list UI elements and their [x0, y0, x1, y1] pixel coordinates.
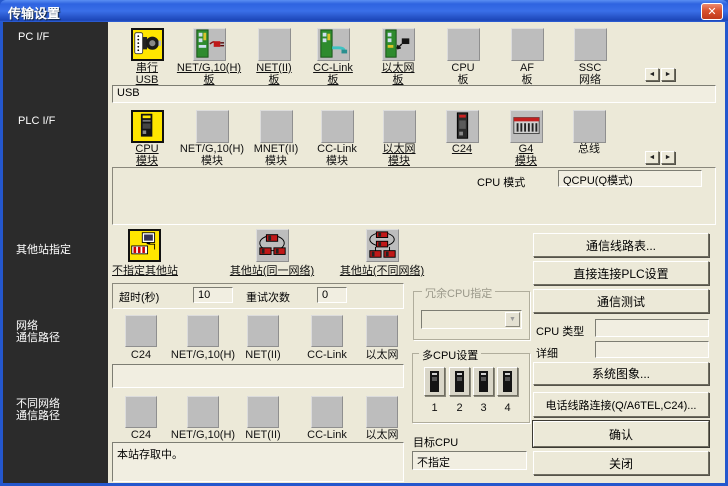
- sidebar-label-diffnet-2: 通信路径: [16, 410, 60, 422]
- multi-cpu-1-button[interactable]: [424, 367, 445, 396]
- ssc-network-icon[interactable]: [574, 28, 607, 61]
- cpu-type-field: [595, 319, 709, 337]
- net2-board-icon[interactable]: [258, 28, 291, 61]
- sidebar-label-pc-if: PC I/F: [18, 31, 50, 43]
- netg-module-icon[interactable]: [196, 110, 229, 143]
- netroute-cclink-icon[interactable]: [311, 315, 343, 347]
- plcif-scroll-right-button[interactable]: ►: [661, 151, 675, 164]
- plcif-label-bus: 总线: [578, 143, 600, 155]
- window-title: 传输设置: [8, 6, 61, 21]
- retry-label: 重试次数: [246, 292, 290, 304]
- diff-network-station-icon[interactable]: [366, 229, 399, 262]
- ethernet-module-icon[interactable]: [383, 110, 416, 143]
- pcif-label-ssc-network: SSC 网络: [578, 62, 602, 86]
- retry-input[interactable]: 0: [317, 287, 347, 303]
- same-network-station-icon[interactable]: [256, 229, 289, 262]
- left-arrow-icon: ◄: [648, 71, 656, 78]
- sidebar-label-network-2: 通信路径: [16, 332, 60, 344]
- pc-if-value-field: USB: [112, 85, 716, 103]
- bus-icon[interactable]: [573, 110, 606, 143]
- cclink-module-icon[interactable]: [321, 110, 354, 143]
- diffroute-net2-icon[interactable]: [247, 396, 279, 428]
- multi-cpu-title: 多CPU设置: [419, 347, 482, 363]
- cclink-board-icon[interactable]: [317, 28, 350, 61]
- multi-cpu-label-4: 4: [504, 402, 511, 414]
- direct-plc-connect-button[interactable]: 直接连接PLC设置: [533, 261, 709, 285]
- comm-line-list-button[interactable]: 通信线路表...: [533, 233, 709, 257]
- multi-cpu-label-2: 2: [456, 402, 463, 414]
- sidebar-label-plc-if: PLC I/F: [18, 115, 56, 127]
- pcif-scroll-right-button[interactable]: ►: [661, 68, 675, 81]
- detail-label: 详细: [536, 348, 558, 360]
- right-arrow-icon: ►: [664, 154, 672, 161]
- close-dialog-button[interactable]: 关闭: [533, 451, 709, 475]
- cpu-type-label: CPU 类型: [536, 326, 585, 338]
- c24-module-icon[interactable]: [446, 110, 479, 143]
- other-station-label-diff-network[interactable]: 其他站(不同网络): [327, 265, 437, 277]
- diffroute-c24-icon[interactable]: [125, 396, 157, 428]
- cpu-tower-icon: [479, 371, 488, 392]
- target-cpu-label: 目标CPU: [413, 437, 459, 449]
- pcif-scroll-left-button[interactable]: ◄: [645, 68, 659, 81]
- right-arrow-icon: ►: [664, 71, 672, 78]
- netroute-net2-icon[interactable]: [247, 315, 279, 347]
- netroute-ethernet-icon[interactable]: [366, 315, 398, 347]
- other-station-label-none[interactable]: 不指定其他站: [108, 265, 182, 277]
- cpu-board-icon[interactable]: [447, 28, 480, 61]
- status-box: 本站存取中。: [112, 442, 404, 482]
- chevron-down-icon: ▼: [505, 312, 520, 327]
- multi-cpu-3-button[interactable]: [473, 367, 494, 396]
- detail-field: [595, 341, 709, 358]
- cpu-tower-icon: [430, 371, 439, 392]
- target-cpu-field[interactable]: 不指定: [412, 451, 527, 470]
- no-other-station-icon[interactable]: [128, 229, 161, 262]
- af-board-icon[interactable]: [511, 28, 544, 61]
- cpu-tower-icon: [503, 371, 512, 392]
- left-arrow-icon: ◄: [648, 154, 656, 161]
- transfer-setup-dialog: 传输设置 ✕ PC I/F PLC I/F 其他站指定 网络 通信路径 不同网络…: [0, 0, 728, 486]
- close-button[interactable]: ✕: [701, 3, 723, 20]
- netroute-c24-icon[interactable]: [125, 315, 157, 347]
- mnet2-module-icon[interactable]: [260, 110, 293, 143]
- other-station-label-same-network[interactable]: 其他站(同一网络): [217, 265, 327, 277]
- multi-cpu-4-button[interactable]: [497, 367, 518, 396]
- multi-cpu-label-3: 3: [480, 402, 487, 414]
- title-bar[interactable]: 传输设置 ✕: [0, 0, 728, 22]
- comm-test-button[interactable]: 通信测试: [533, 289, 709, 313]
- g4-module-icon[interactable]: [510, 110, 543, 143]
- diffroute-ethernet-icon[interactable]: [366, 396, 398, 428]
- cpu-mode-label: CPU 模式: [477, 177, 526, 189]
- multi-cpu-label-1: 1: [431, 402, 438, 414]
- ok-button[interactable]: 确认: [533, 421, 709, 447]
- netg-board-icon[interactable]: [193, 28, 226, 61]
- serial-usb-icon[interactable]: [131, 28, 164, 61]
- multi-cpu-2-button[interactable]: [449, 367, 470, 396]
- system-image-button[interactable]: 系统图象...: [533, 362, 709, 385]
- sidebar-label-other-station: 其他站指定: [16, 244, 71, 256]
- netroute-netg-icon[interactable]: [187, 315, 219, 347]
- diffroute-cclink-icon[interactable]: [311, 396, 343, 428]
- close-icon: ✕: [707, 6, 717, 18]
- diffroute-netg-icon[interactable]: [187, 396, 219, 428]
- diffroute-label-ethernet: 以太网: [365, 429, 399, 441]
- cpu-tower-icon: [455, 371, 464, 392]
- ethernet-board-icon[interactable]: [382, 28, 415, 61]
- cpu-mode-value-field: QCPU(Q模式): [558, 170, 702, 187]
- phone-line-connect-button[interactable]: 电话线路连接(Q/A6TEL,C24)...: [533, 392, 709, 417]
- timeout-label: 超时(秒): [119, 292, 160, 304]
- cpu-module-icon[interactable]: [131, 110, 164, 143]
- redundant-cpu-dropdown[interactable]: ▼: [421, 310, 522, 329]
- netroute-value-field: [112, 364, 404, 388]
- netroute-label-ethernet: 以太网: [365, 349, 399, 361]
- redundant-cpu-value: [422, 315, 425, 327]
- plcif-scroll-left-button[interactable]: ◄: [645, 151, 659, 164]
- redundant-cpu-title: 冗余CPU指定: [422, 285, 496, 301]
- timeout-input[interactable]: 10: [193, 287, 233, 303]
